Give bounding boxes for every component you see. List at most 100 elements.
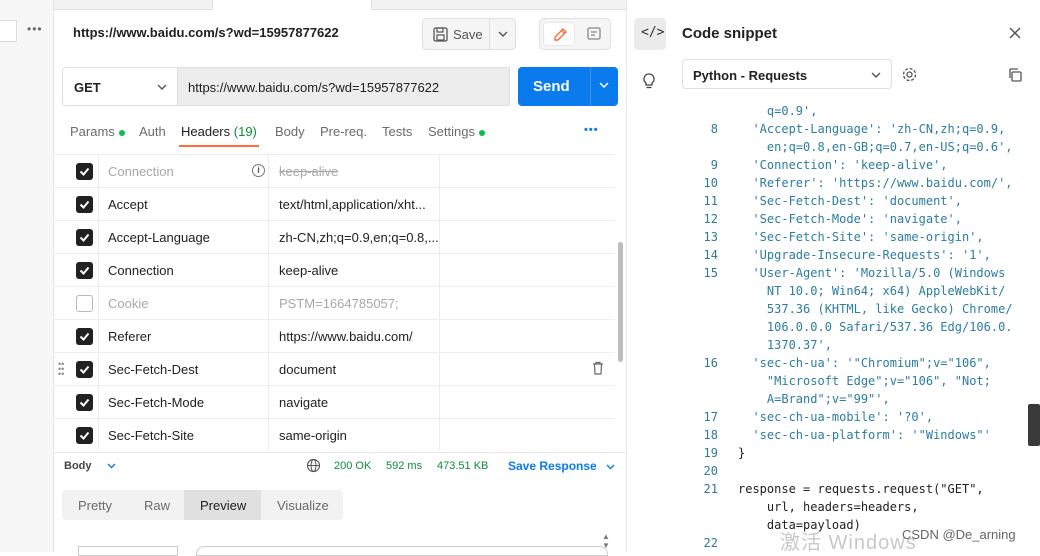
- header-row[interactable]: Sec-Fetch-Site same-origin: [54, 418, 615, 451]
- comments-button[interactable]: [579, 22, 609, 46]
- header-checkbox[interactable]: [76, 262, 93, 279]
- delete-icon[interactable]: [592, 361, 604, 378]
- chevron-down-icon: [599, 82, 609, 89]
- more-options-icon[interactable]: •••: [27, 22, 43, 36]
- save-button[interactable]: Save: [422, 18, 490, 50]
- header-value[interactable]: keep-alive: [279, 263, 439, 278]
- tab-preview[interactable]: Preview: [200, 498, 246, 513]
- more-tabs-icon[interactable]: •••: [584, 124, 599, 136]
- header-value[interactable]: PSTM=1664785057;: [279, 296, 439, 311]
- header-checkbox[interactable]: [76, 427, 93, 444]
- header-row[interactable]: Connection keep-alive: [54, 253, 615, 286]
- code-line: 1370.37',: [682, 338, 1032, 356]
- header-row[interactable]: Cookie PSTM=1664785057;: [54, 286, 615, 319]
- copy-icon[interactable]: [1007, 67, 1023, 83]
- tab-visualize[interactable]: Visualize: [277, 498, 329, 513]
- header-value[interactable]: same-origin: [279, 428, 439, 443]
- response-size[interactable]: 473.51 KB: [437, 460, 488, 472]
- tab-headers[interactable]: Headers (19): [181, 124, 257, 139]
- header-checkbox[interactable]: [76, 295, 93, 312]
- tab-settings[interactable]: Settings: [428, 124, 485, 139]
- save-response-button[interactable]: Save Response: [508, 459, 615, 473]
- line-code: A=Brand";v="99"',: [738, 392, 890, 406]
- gear-icon[interactable]: [901, 66, 918, 83]
- globe-icon[interactable]: [306, 458, 321, 473]
- tab-pretty[interactable]: Pretty: [78, 498, 112, 513]
- sidebar-item[interactable]: [0, 20, 17, 42]
- header-value[interactable]: text/html,application/xht...: [279, 197, 439, 212]
- table-scrollbar[interactable]: [618, 242, 623, 362]
- request-tabs: Params Auth Headers (19) Body Pre-req. T…: [62, 120, 622, 148]
- header-value[interactable]: https://www.baidu.com/: [279, 329, 439, 344]
- line-number: 17: [703, 410, 718, 424]
- lightbulb-icon[interactable]: [640, 72, 658, 90]
- header-key[interactable]: Referer: [108, 329, 151, 344]
- line-code: 'Sec-Fetch-Mode': 'navigate',: [738, 212, 962, 226]
- close-icon[interactable]: [1008, 26, 1022, 40]
- save-dropdown-button[interactable]: [490, 18, 516, 50]
- language-select[interactable]: Python - Requests: [682, 59, 892, 89]
- header-key[interactable]: Connection: [108, 263, 174, 278]
- tab-raw[interactable]: Raw: [144, 498, 170, 513]
- header-value[interactable]: keep-alive: [279, 164, 439, 179]
- header-row[interactable]: Sec-Fetch-Dest document •• •• ••: [54, 352, 615, 385]
- headers-count: (19): [233, 124, 257, 139]
- drag-handle-icon[interactable]: •• •• ••: [58, 360, 68, 379]
- code-snippet-viewer[interactable]: q=0.9', 8 'Accept-Language': 'zh-CN,zh;q=…: [682, 104, 1032, 552]
- header-row[interactable]: Accept-Language zh-CN,zh;q=0.9,en;q=0.8,.…: [54, 220, 615, 253]
- response-body-dropdown[interactable]: Body: [64, 460, 116, 472]
- header-row[interactable]: Connection keep-alive i: [54, 154, 615, 187]
- header-checkbox[interactable]: [76, 196, 93, 213]
- tab-prereq[interactable]: Pre-req.: [320, 124, 367, 139]
- header-checkbox[interactable]: [76, 163, 93, 180]
- code-line: 12 'Sec-Fetch-Mode': 'navigate',: [682, 212, 1032, 230]
- line-number: 9: [710, 158, 718, 172]
- header-value[interactable]: document: [279, 362, 439, 377]
- header-value[interactable]: zh-CN,zh;q=0.9,en;q=0.8,...: [279, 230, 439, 245]
- code-line: q=0.9',: [682, 104, 1032, 122]
- status-code[interactable]: 200 OK: [334, 460, 371, 472]
- method-select[interactable]: GET: [62, 67, 178, 106]
- chevron-down-icon: [871, 72, 881, 78]
- tab-body[interactable]: Body: [275, 124, 305, 139]
- header-checkbox[interactable]: [76, 361, 93, 378]
- line-code: 'Sec-Fetch-Dest': 'document',: [738, 194, 962, 208]
- url-value: https://www.baidu.com/s?wd=15957877622: [188, 80, 440, 95]
- url-input[interactable]: https://www.baidu.com/s?wd=15957877622: [178, 67, 510, 106]
- panel-divider[interactable]: [626, 0, 627, 552]
- header-row[interactable]: Sec-Fetch-Mode navigate: [54, 385, 615, 418]
- header-checkbox[interactable]: [76, 394, 93, 411]
- header-checkbox[interactable]: [76, 328, 93, 345]
- header-key[interactable]: Sec-Fetch-Dest: [108, 362, 198, 377]
- request-title: https://www.baidu.com/s?wd=15957877622: [73, 25, 339, 40]
- scroll-arrows-icon[interactable]: ▲ ▼: [602, 532, 610, 550]
- send-button[interactable]: Send: [518, 67, 590, 106]
- header-row[interactable]: Referer https://www.baidu.com/: [54, 319, 615, 352]
- code-snippet-button[interactable]: </>: [634, 18, 666, 50]
- line-number: 19: [703, 446, 718, 460]
- send-dropdown-button[interactable]: [590, 67, 618, 106]
- tab-params[interactable]: Params: [70, 124, 125, 139]
- status-dot: [478, 129, 485, 136]
- line-code: q=0.9',: [738, 104, 818, 118]
- code-line: url, headers=headers,: [682, 500, 1032, 518]
- header-key[interactable]: Sec-Fetch-Mode: [108, 395, 204, 410]
- header-checkbox[interactable]: [76, 229, 93, 246]
- header-key[interactable]: Accept: [108, 197, 148, 212]
- header-key[interactable]: Sec-Fetch-Site: [108, 428, 194, 443]
- code-line: 9 'Connection': 'keep-alive',: [682, 158, 1032, 176]
- request-tab[interactable]: [212, 0, 372, 10]
- line-code: 'sec-ch-ua': '"Chromium";v="106",: [738, 356, 991, 370]
- header-key[interactable]: Cookie: [108, 296, 148, 311]
- tab-auth[interactable]: Auth: [139, 124, 166, 139]
- code-line: 20: [682, 464, 1032, 482]
- header-value[interactable]: navigate: [279, 395, 439, 410]
- response-time[interactable]: 592 ms: [386, 460, 422, 472]
- header-key[interactable]: Connection: [108, 164, 174, 179]
- header-key[interactable]: Accept-Language: [108, 230, 210, 245]
- edit-mode-button[interactable]: [543, 22, 575, 46]
- header-row[interactable]: Accept text/html,application/xht...: [54, 187, 615, 220]
- tab-tests[interactable]: Tests: [382, 124, 412, 139]
- code-scrollbar[interactable]: [1028, 404, 1040, 446]
- info-icon[interactable]: i: [252, 164, 265, 177]
